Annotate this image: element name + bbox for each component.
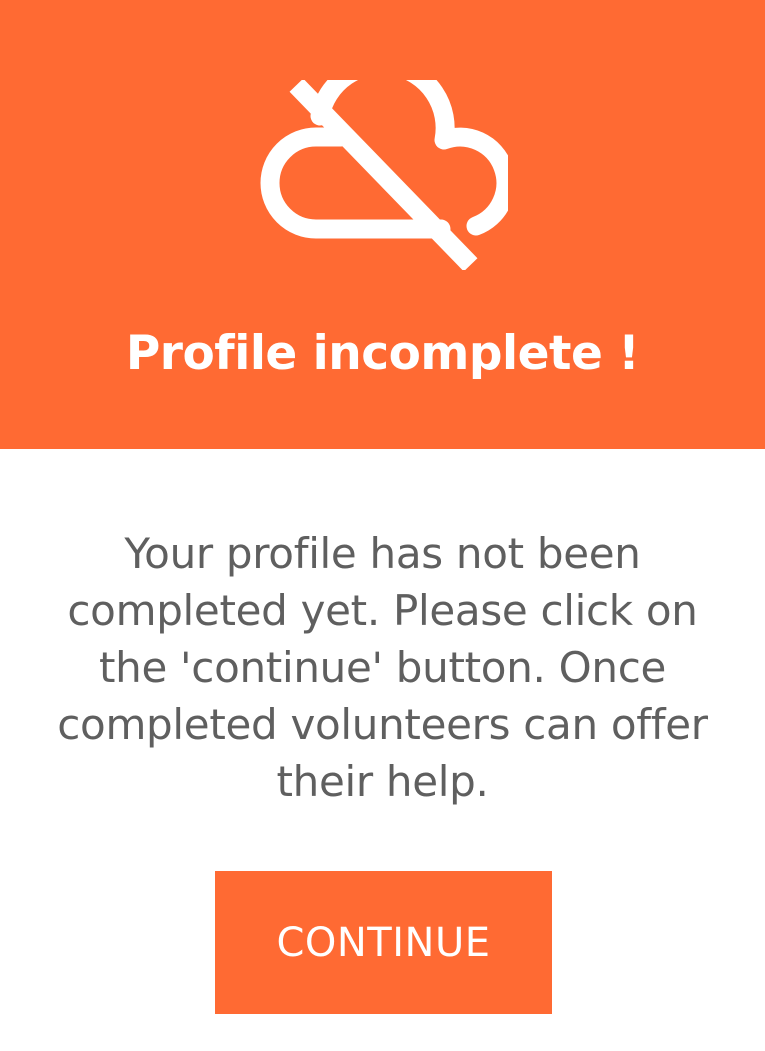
dialog-title: Profile incomplete !: [125, 326, 640, 381]
cloud-off-icon: [260, 80, 508, 270]
dialog-message: Your profile has not been completed yet.…: [57, 529, 708, 806]
profile-incomplete-dialog: Profile incomplete ! Your profile has no…: [0, 0, 765, 1051]
dialog-header: Profile incomplete !: [0, 0, 765, 449]
continue-button[interactable]: CONTINUE: [215, 871, 552, 1014]
